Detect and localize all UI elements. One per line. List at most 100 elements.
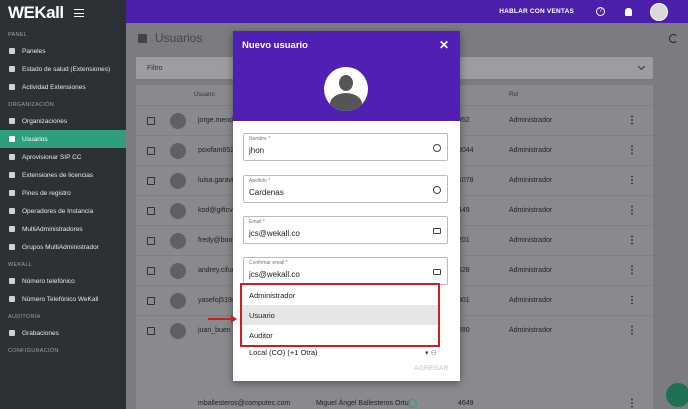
row-rol: Administrador (509, 267, 553, 274)
sidebar-item-estado-salud[interactable]: Estado de salud (Extensiones) (0, 60, 126, 78)
sidebar-item-extensiones[interactable]: Extensiones de licencias (0, 166, 126, 184)
table-row[interactable]: mballesteros@computec.com Miguel Ángel B… (136, 392, 653, 409)
modal-title: Nuevo usuario (242, 40, 308, 51)
row-user: poxifam852 (198, 147, 235, 154)
row-checkbox[interactable] (147, 177, 155, 185)
row-fullname: Miguel Ángel Ballesteros Ortiz (316, 400, 410, 407)
sidebar-item-usuarios[interactable]: Usuarios (0, 130, 126, 148)
sidebar-item-numero-wekall[interactable]: Número Telefónico WeKall (0, 290, 126, 308)
activity-icon (9, 84, 15, 90)
health-icon (9, 66, 15, 72)
bell-icon[interactable] (625, 7, 632, 16)
more-icon[interactable]: ⋮ (627, 175, 637, 186)
first-name-field[interactable]: Nombre * jhon (243, 133, 448, 161)
mail-icon (433, 228, 441, 234)
role-option-administrador[interactable]: Administrador (242, 285, 438, 305)
avatar (170, 233, 186, 249)
section-wekall: WEKALL (8, 262, 33, 268)
sidebar-item-label: Organizaciones (22, 117, 68, 125)
row-checkbox[interactable] (147, 327, 155, 335)
person-icon (433, 186, 441, 194)
avatar (170, 323, 186, 339)
more-icon[interactable]: ⋮ (627, 325, 637, 336)
field-value[interactable]: Cardenas (249, 188, 284, 197)
sidebar-item-actividad[interactable]: Actividad Extensiones (0, 78, 126, 96)
sidebar-item-paneles[interactable]: Paneles (0, 42, 126, 60)
field-value[interactable]: jcs@wekall.co (249, 270, 300, 279)
person-icon (433, 144, 441, 152)
more-icon[interactable]: ⋮ (627, 295, 637, 306)
sidebar-item-grabaciones[interactable]: Grabaciones (0, 324, 126, 342)
row-rol: Administrador (509, 207, 553, 214)
sales-link[interactable]: HABLAR CON VENTAS (499, 8, 574, 15)
license-icon (9, 172, 15, 178)
add-user-fab[interactable] (666, 383, 688, 407)
row-ext: 9044 (458, 147, 474, 154)
field-label: Confirmar email * (249, 260, 288, 266)
column-usuario[interactable]: Usuario (194, 92, 215, 98)
row-checkbox[interactable] (147, 267, 155, 275)
sidebar-item-label: Extensiones de licencias (22, 171, 94, 179)
more-icon[interactable]: ⋮ (627, 265, 637, 276)
row-rol: Administrador (509, 327, 553, 334)
help-icon[interactable]: ? (596, 7, 605, 16)
row-rol: Administrador (509, 237, 553, 244)
sidebar-item-organizaciones[interactable]: Organizaciones (0, 112, 126, 130)
more-icon[interactable]: ⋮ (627, 205, 637, 216)
row-checkbox[interactable] (147, 147, 155, 155)
locale-select[interactable]: Local (CO) (+1 Otra) (249, 348, 318, 357)
section-organizacion: ORGANIZACIÓN (8, 102, 55, 108)
sidebar-item-multiadmin[interactable]: MultiAdministradores (0, 220, 126, 238)
field-label: Nombre * (249, 136, 271, 142)
pin-icon (9, 190, 15, 196)
field-value[interactable]: jcs@wekall.co (249, 229, 300, 238)
sidebar-item-grupos[interactable]: Grupos MultiAdministrador (0, 238, 126, 256)
sidebar-item-label: Número Telefónico WeKall (22, 295, 99, 303)
row-checkbox[interactable] (147, 207, 155, 215)
last-name-field[interactable]: Apellido * Cardenas (243, 175, 448, 203)
field-label: Apellido * (249, 178, 271, 184)
refresh-icon[interactable] (669, 34, 678, 43)
sidebar-item-label: Actividad Extensiones (22, 83, 86, 91)
row-user: kod@giftcv. (198, 207, 235, 214)
sidebar-item-numero[interactable]: Número telefónico (0, 272, 126, 290)
more-icon[interactable]: ⋮ (627, 235, 637, 246)
logo-bar: WEKall (0, 0, 126, 26)
column-rol[interactable]: Rol (509, 92, 518, 98)
row-rol: Administrador (509, 297, 553, 304)
avatar (170, 173, 186, 189)
row-checkbox[interactable] (147, 237, 155, 245)
role-dropdown[interactable]: Administrador Usuario Auditor (240, 283, 440, 347)
field-value[interactable]: jhon (249, 146, 264, 155)
add-button[interactable]: AGREGAR (414, 365, 449, 372)
email-field[interactable]: Email * jcs@wekall.co (243, 216, 448, 244)
sidebar-item-pines[interactable]: Pines de registro (0, 184, 126, 202)
confirm-email-field[interactable]: Confirmar email * jcs@wekall.co (243, 257, 448, 285)
wekall-logo: WEKall (8, 3, 64, 22)
close-icon[interactable]: ✕ (439, 38, 449, 52)
sidebar-item-operadores[interactable]: Operadores de Instancia (0, 202, 126, 220)
more-icon[interactable]: ⋮ (627, 145, 637, 156)
sidebar-item-aprovisionar[interactable]: Aprovisionar SIP CC (0, 148, 126, 166)
filter-label: Filtro (147, 64, 163, 72)
phone-icon (9, 296, 15, 302)
avatar (170, 143, 186, 159)
avatar (170, 203, 186, 219)
role-option-usuario[interactable]: Usuario (242, 305, 438, 325)
row-user: jorge.mende (198, 117, 237, 124)
more-icon[interactable]: ⋮ (627, 115, 637, 126)
row-checkbox[interactable] (147, 297, 155, 305)
row-rol: Administrador (509, 147, 553, 154)
role-option-auditor[interactable]: Auditor (242, 325, 438, 345)
sidebar-item-label: Operadores de Instancia (22, 207, 94, 215)
row-checkbox[interactable] (147, 117, 155, 125)
person-head-icon (339, 75, 353, 91)
annotation-arrow (208, 315, 237, 323)
avatar[interactable] (650, 2, 668, 21)
menu-icon[interactable] (73, 9, 84, 17)
person-body-icon (330, 93, 362, 111)
avatar[interactable] (324, 67, 368, 111)
more-icon[interactable]: ⋮ (627, 398, 637, 409)
sidebar-item-label: Grupos MultiAdministrador (22, 243, 99, 251)
dashboard-icon (9, 48, 15, 54)
